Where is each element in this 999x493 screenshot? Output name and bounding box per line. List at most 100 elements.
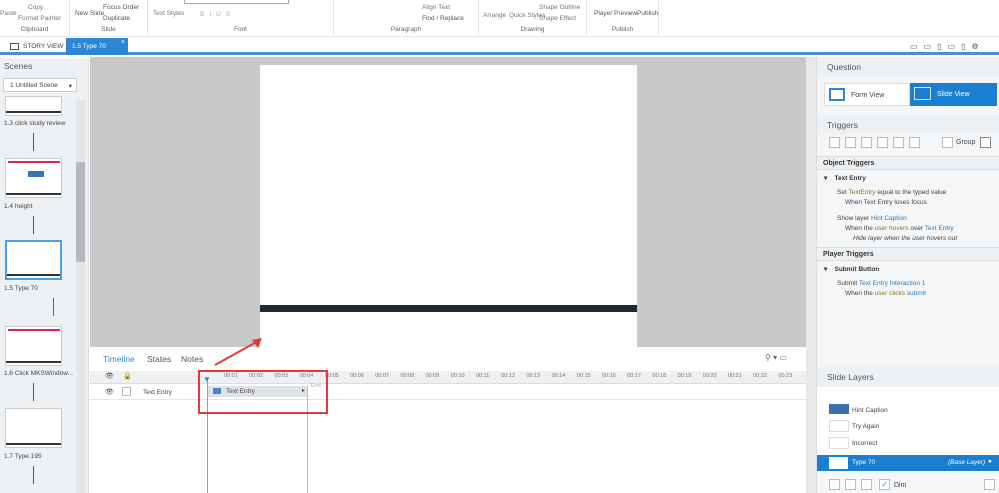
tab-bar: STORY VIEW 1.5 Type 70 × ▭▭▯▭▯⚙: [0, 38, 999, 55]
find-replace-button[interactable]: Find / Replace: [422, 15, 464, 22]
timeline-tick: 00:20: [702, 373, 717, 379]
copy-button[interactable]: Copy: [28, 4, 43, 11]
eye-icon[interactable]: 👁: [105, 388, 114, 396]
timeline-tick: 00:06: [350, 373, 364, 379]
trigger-condition: When the user clicks submit: [845, 290, 926, 297]
move-trigger-icon[interactable]: [909, 137, 920, 148]
triggers-title: Triggers: [827, 120, 858, 130]
timeline-tick: 00:23: [778, 373, 793, 379]
slide-group: New Slide Focus Order Duplicate Slide: [70, 0, 148, 35]
tab-story-view[interactable]: STORY VIEW: [4, 38, 69, 55]
font-format-buttons[interactable]: BIUS: [200, 11, 235, 18]
edit-trigger-icon[interactable]: [845, 137, 856, 148]
scenes-scrollbar[interactable]: [76, 100, 85, 493]
trigger-show-layer[interactable]: Show layer Hint Caption: [837, 215, 907, 222]
triggers-panel-header: Triggers: [817, 115, 999, 135]
chevron-down-icon: ▾: [68, 83, 72, 90]
story-view-label: STORY VIEW: [23, 43, 64, 50]
layer-base[interactable]: Type 70 (Base Layer) ●: [817, 455, 999, 471]
timeline-tick: 00:12: [501, 373, 515, 379]
lock-toggle[interactable]: [122, 387, 131, 396]
scene-selector[interactable]: 1 Untitled Scene ▾: [3, 78, 77, 92]
layer-try-again[interactable]: Try Again: [852, 423, 879, 430]
new-layer-icon[interactable]: [829, 479, 840, 490]
delete-trigger-icon[interactable]: [893, 137, 904, 148]
question-title: Question: [827, 62, 862, 72]
group-checkbox[interactable]: [942, 137, 953, 148]
tab-active-slide[interactable]: 1.5 Type 70 ×: [66, 38, 128, 55]
trigger-extra: Hide layer when the user hovers out: [853, 235, 958, 242]
align-text-button[interactable]: Align Text: [422, 4, 450, 11]
player-button[interactable]: Player: [594, 10, 612, 17]
player-triggers-header: Player Triggers: [817, 247, 999, 261]
timeline-tick: 00:19: [677, 373, 692, 379]
shape-effect-button[interactable]: Shape Effect: [539, 15, 576, 22]
timeline-tick: 00:10: [450, 373, 465, 379]
format-painter-button[interactable]: Format Painter: [18, 15, 61, 22]
duplicate-button[interactable]: Duplicate: [103, 15, 130, 22]
tab-states[interactable]: States: [147, 354, 171, 364]
publish-label: Publish: [611, 26, 634, 33]
object-name: Text Entry: [834, 175, 866, 182]
layer-thumb: [829, 437, 849, 449]
timeline-tick: 00:18: [652, 373, 667, 379]
new-trigger-icon[interactable]: [829, 137, 840, 148]
paste-button[interactable]: Paste: [0, 10, 17, 17]
highlight-box: [198, 370, 328, 414]
slide-thumb-1-6[interactable]: [5, 326, 62, 366]
eye-icon[interactable]: ●: [988, 458, 992, 465]
timeline-panel: Timeline States Notes 👁 🔒 00:01 00:02 00:0…: [90, 347, 806, 493]
timeline-tick: 00:14: [551, 373, 566, 379]
device-preview-icons[interactable]: ▭▭▯▭▯⚙: [910, 42, 985, 51]
ribbon: Paste Copy Format Painter Clipboard New …: [0, 0, 999, 37]
slide-label: 1.3 click study review: [4, 120, 66, 127]
timeline-tick: 00:17: [627, 373, 641, 379]
publish-group: Player Preview Publish Publish: [587, 0, 659, 35]
slide-label: 1.5 Type 70: [4, 285, 38, 292]
trigger-set-variable[interactable]: Set TextEntry equal to the typed value: [837, 189, 946, 196]
tab-timeline[interactable]: Timeline: [103, 354, 135, 364]
close-icon[interactable]: ×: [121, 34, 125, 51]
dim-checkbox[interactable]: ✓: [879, 479, 890, 490]
trigger-settings-icon[interactable]: [980, 137, 991, 148]
slide-view-button[interactable]: Slide View: [910, 83, 997, 106]
copy-trigger-icon[interactable]: [861, 137, 872, 148]
layer-settings-icon[interactable]: [984, 479, 995, 490]
shape-outline-button[interactable]: Shape Outline: [539, 4, 580, 11]
story-view-icon: [10, 42, 19, 50]
paragraph-label: Paragraph: [390, 26, 422, 33]
layer-incorrect[interactable]: Incorrect: [852, 440, 877, 447]
slide-thumb-1-7[interactable]: [5, 408, 62, 448]
slide-label: Slide: [101, 26, 116, 33]
duplicate-layer-icon[interactable]: [845, 479, 856, 490]
form-view-label: Form View: [851, 92, 885, 99]
question-panel-header: Question: [817, 57, 999, 77]
active-tab-label: 1.5 Type 70: [72, 43, 106, 50]
publish-button[interactable]: Publish: [637, 10, 658, 17]
timeline-tool-icon[interactable]: ⚲ ▾ ▭: [765, 353, 787, 362]
trigger-submit[interactable]: Submit Text Entry Interaction 1: [837, 280, 925, 287]
slide-thumb-1-4[interactable]: [5, 158, 62, 198]
slide-view-label: Slide View: [937, 91, 970, 98]
base-layer-tag: (Base Layer): [948, 459, 986, 466]
new-slide-button[interactable]: New Slide: [75, 10, 104, 17]
focus-order-button[interactable]: Focus Order: [103, 4, 139, 11]
canvas-scrollbar[interactable]: [806, 57, 816, 493]
form-view-button[interactable]: Form View: [824, 83, 910, 106]
arrange-button[interactable]: Arrange: [483, 12, 506, 19]
drawing-group: Arrange Quick Styles Shape Outline Shape…: [479, 0, 587, 35]
timeline-tick: 00:15: [576, 373, 591, 379]
eye-icon[interactable]: 👁: [105, 372, 114, 380]
slide-canvas[interactable]: [260, 65, 637, 348]
layer-hint-caption[interactable]: Hint Caption: [852, 407, 888, 414]
delete-layer-icon[interactable]: [861, 479, 872, 490]
preview-button[interactable]: Preview: [614, 10, 637, 17]
slide-thumb-1-3[interactable]: [5, 96, 62, 116]
text-styles-button[interactable]: Text Styles: [153, 10, 184, 17]
slide-thumb-1-5-selected[interactable]: [5, 240, 62, 280]
paste-trigger-icon[interactable]: [877, 137, 888, 148]
tab-notes[interactable]: Notes: [181, 354, 203, 364]
lock-icon[interactable]: 🔒: [123, 372, 132, 380]
object-text-entry[interactable]: ▾ Text Entry: [824, 174, 866, 182]
object-submit-button[interactable]: ▾ Submit Button: [824, 265, 879, 273]
